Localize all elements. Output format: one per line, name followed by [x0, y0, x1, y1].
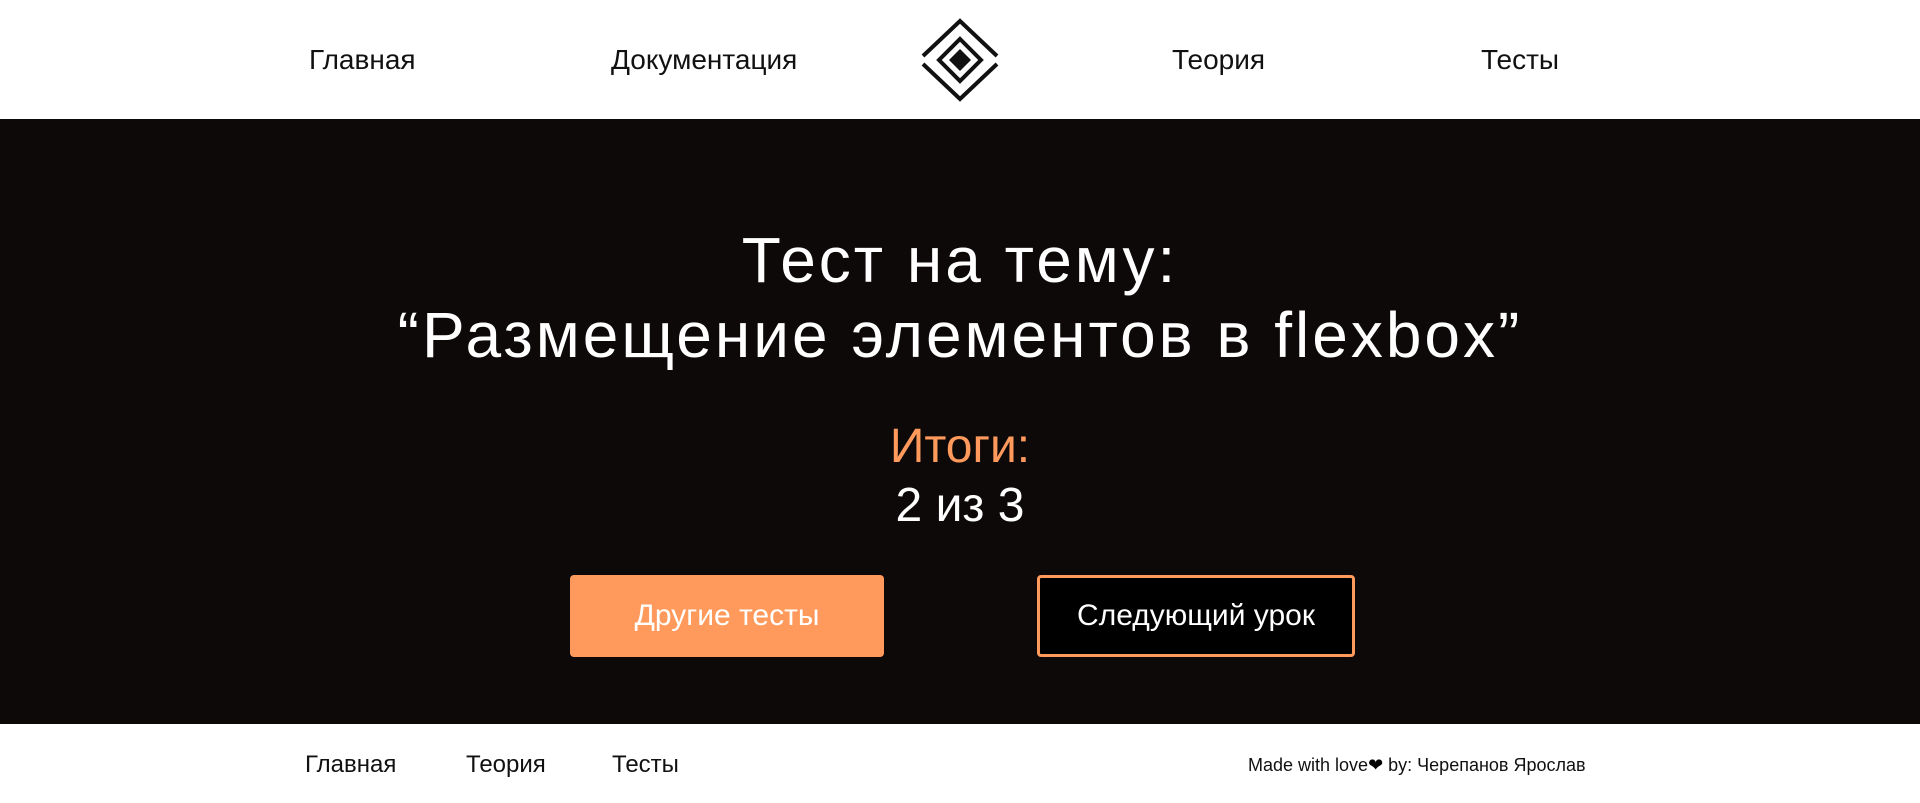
results-score: 2 из 3 [895, 479, 1025, 532]
test-title: Тест на тему: “Размещение элементов в fl… [0, 223, 1920, 373]
footer-link-home[interactable]: Главная [305, 750, 396, 780]
footer-credits: Made with love❤ by: Черепанов Ярослав [1248, 753, 1586, 777]
next-lesson-button[interactable]: Следующий урок [1037, 575, 1355, 657]
nav-link-documentation[interactable]: Документация [611, 42, 797, 78]
test-title-line-1: Тест на тему: [741, 224, 1179, 296]
other-tests-button[interactable]: Другие тесты [570, 575, 884, 657]
nav-link-theory[interactable]: Теория [1172, 42, 1265, 78]
results-label: Итоги: [889, 420, 1031, 473]
diamond-logo-icon[interactable] [918, 18, 1002, 102]
site-footer: Главная Теория Тесты Made with love❤ by:… [0, 724, 1920, 803]
footer-link-tests[interactable]: Тесты [612, 750, 679, 780]
test-title-line-2: “Размещение элементов в flexbox” [397, 299, 1523, 371]
footer-link-theory[interactable]: Теория [466, 750, 546, 780]
heart-icon: ❤ [1368, 755, 1384, 775]
test-results-section: Тест на тему: “Размещение элементов в fl… [0, 119, 1920, 724]
credits-prefix: Made with love [1248, 755, 1369, 775]
nav-link-home[interactable]: Главная [309, 42, 416, 78]
site-header: Главная Документация Теория Тесты [0, 0, 1920, 119]
nav-link-tests[interactable]: Тесты [1481, 42, 1559, 78]
credits-author: by: Черепанов Ярослав [1383, 755, 1586, 775]
